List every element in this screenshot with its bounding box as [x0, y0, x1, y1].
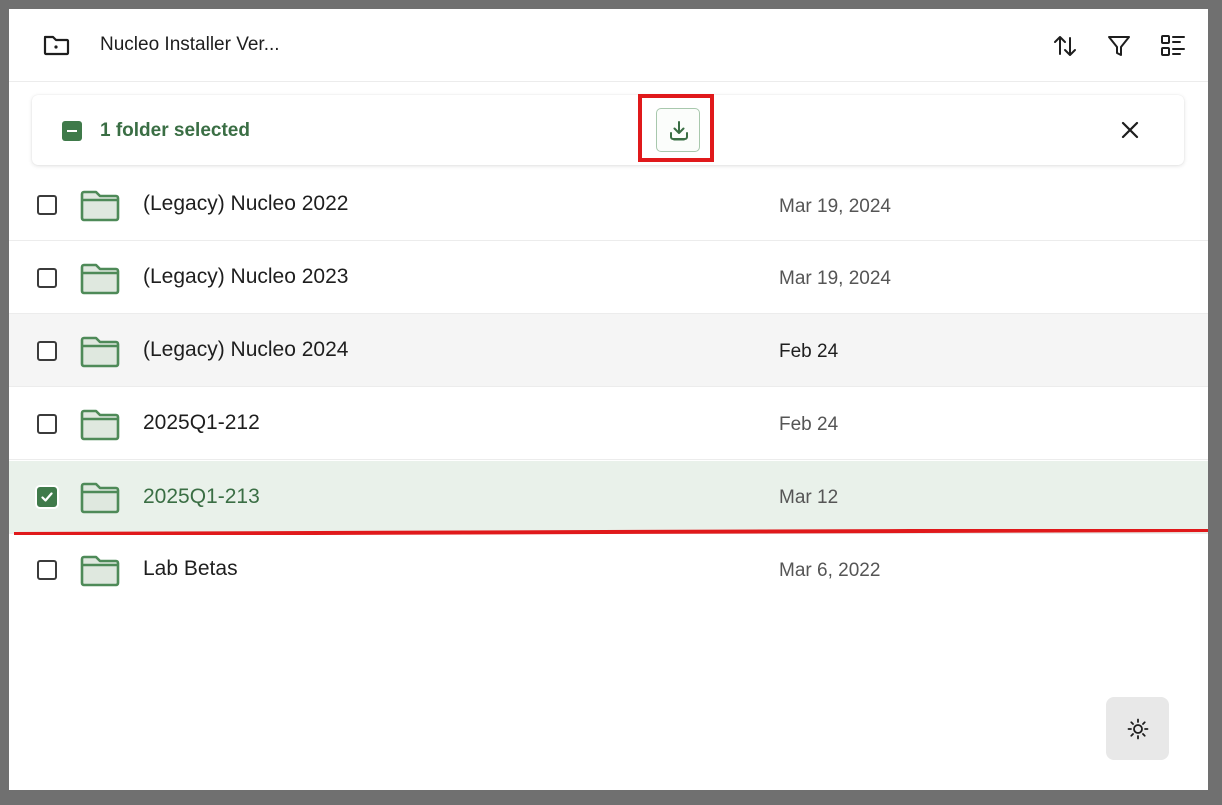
row-checkbox[interactable]: [37, 341, 57, 361]
folder-icon: [80, 336, 120, 368]
sort-icon: [1054, 36, 1076, 56]
modified-date: Mar 6, 2022: [779, 560, 881, 581]
file-browser-window: Nucleo Installer Ver... 1 folder selecte…: [9, 9, 1208, 790]
view-options-button[interactable]: [1159, 32, 1187, 60]
folder-name[interactable]: (Legacy) Nucleo 2022: [143, 191, 348, 217]
checkmark-icon: [41, 492, 53, 502]
modified-date: Mar 19, 2024: [779, 268, 891, 289]
folder-name[interactable]: (Legacy) Nucleo 2023: [143, 264, 348, 290]
list-item[interactable]: (Legacy) Nucleo 2023 Mar 19, 2024: [9, 241, 1208, 314]
download-icon: [670, 121, 688, 141]
row-checkbox[interactable]: [37, 560, 57, 580]
folder-icon: [42, 33, 70, 57]
sun-icon: [1127, 718, 1149, 740]
list-item[interactable]: (Legacy) Nucleo 2022 Mar 19, 2024: [9, 166, 1208, 241]
close-icon: [1121, 121, 1139, 139]
header-bar: Nucleo Installer Ver...: [9, 9, 1208, 82]
close-selection-button[interactable]: [1117, 117, 1143, 143]
sort-button[interactable]: [1051, 32, 1079, 60]
list-item[interactable]: 2025Q1-213 Mar 12: [9, 461, 1208, 534]
select-all-checkbox[interactable]: [62, 121, 82, 141]
view-options-icon: [1161, 35, 1185, 56]
row-checkbox[interactable]: [37, 268, 57, 288]
folder-name[interactable]: (Legacy) Nucleo 2024: [143, 337, 348, 363]
modified-date: Feb 24: [779, 341, 839, 362]
folder-name[interactable]: Lab Betas: [143, 556, 238, 582]
folder-name[interactable]: 2025Q1-213: [143, 484, 260, 510]
folder-icon: [80, 409, 120, 441]
folder-name[interactable]: 2025Q1-212: [143, 410, 260, 436]
theme-toggle-button[interactable]: [1106, 697, 1169, 760]
list-item[interactable]: (Legacy) Nucleo 2024 Feb 24: [9, 314, 1208, 387]
filter-icon: [1108, 36, 1130, 56]
selection-count-label: 1 folder selected: [100, 120, 250, 141]
folder-icon: [80, 482, 120, 514]
modified-date: Mar 12: [779, 487, 839, 508]
selection-action-bar: 1 folder selected: [32, 94, 1184, 165]
list-item[interactable]: Lab Betas Mar 6, 2022: [9, 535, 1208, 608]
folder-icon: [80, 190, 120, 222]
row-checkbox[interactable]: [37, 414, 57, 434]
row-checkbox-checked[interactable]: [37, 487, 57, 507]
download-button[interactable]: [656, 108, 700, 152]
filter-button[interactable]: [1105, 32, 1133, 60]
list-item[interactable]: 2025Q1-212 Feb 24: [9, 387, 1208, 460]
row-checkbox[interactable]: [37, 195, 57, 215]
folder-icon: [80, 555, 120, 587]
folder-title: Nucleo Installer Ver...: [100, 34, 280, 55]
modified-date: Feb 24: [779, 414, 839, 435]
modified-date: Mar 19, 2024: [779, 196, 891, 217]
folder-icon: [80, 263, 120, 295]
